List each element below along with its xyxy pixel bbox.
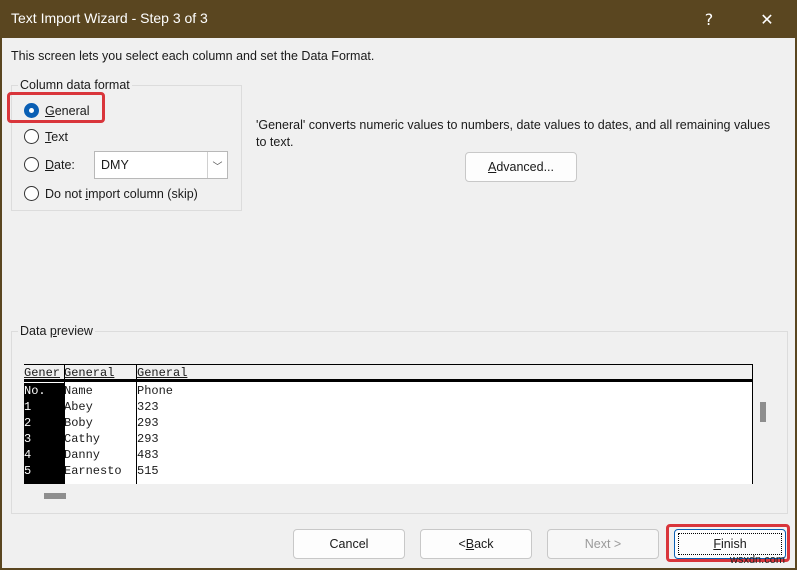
radio-skip-label: Do not import column (skip) [45,186,198,201]
radio-general[interactable]: General [24,103,89,118]
watermark: wsxdn.com [730,554,786,566]
column-header-2[interactable]: General [64,366,136,380]
date-format-value: DMY [101,158,129,172]
date-format-select[interactable]: DMY ﹀ [94,151,228,179]
help-icon: ? [704,9,714,29]
close-icon: ✕ [760,9,774,29]
radio-text[interactable]: Text [24,129,68,144]
preview-column-1[interactable]: No. 1 2 3 4 5 [24,383,64,484]
radio-date-indicator[interactable] [24,157,39,172]
preview-column-3[interactable]: Phone 323 293 293 483 515 [137,383,257,479]
radio-text-label: Text [45,129,68,144]
focus-rect [678,533,782,555]
vertical-scrollbar-thumb[interactable] [760,402,766,422]
window-title: Text Import Wizard - Step 3 of 3 [11,10,208,26]
radio-text-indicator[interactable] [24,129,39,144]
radio-skip-indicator[interactable] [24,186,39,201]
text-import-wizard-window: Text Import Wizard - Step 3 of 3 ? ✕ Thi… [0,0,797,570]
intro-text: This screen lets you select each column … [11,49,375,63]
column-separator[interactable] [136,364,137,484]
horizontal-scrollbar-thumb[interactable] [44,493,66,499]
radio-date-label: Date: [45,157,75,172]
column-header-3[interactable]: General [137,366,257,380]
back-button[interactable]: < Back [420,529,532,559]
title-bar: Text Import Wizard - Step 3 of 3 ? ✕ [0,0,797,38]
chevron-down-icon[interactable]: ﹀ [207,152,227,178]
advanced-button[interactable]: Advanced... [465,152,577,182]
next-button[interactable]: Next > [547,529,659,559]
column-header-1[interactable]: Gener [24,366,63,380]
format-description: 'General' converts numeric values to num… [256,118,771,149]
close-button[interactable]: ✕ [744,0,790,38]
preview-column-2[interactable]: Name Abey Boby Cathy Danny Earnesto [64,383,136,479]
column-data-format-legend: Column data format [20,78,130,92]
dialog-body: This screen lets you select each column … [2,38,795,568]
column-separator[interactable] [64,364,65,484]
cancel-button[interactable]: Cancel [293,529,405,559]
radio-general-indicator[interactable] [24,103,39,118]
data-preview-grid[interactable]: Gener General General No. 1 2 3 4 5 Name Abey B… [24,364,753,484]
radio-general-label: General [45,103,90,118]
radio-date[interactable]: Date: [24,157,75,172]
data-preview-legend: Data preview [20,324,93,338]
radio-skip[interactable]: Do not import column (skip) [24,186,198,201]
help-button[interactable]: ? [686,0,732,38]
